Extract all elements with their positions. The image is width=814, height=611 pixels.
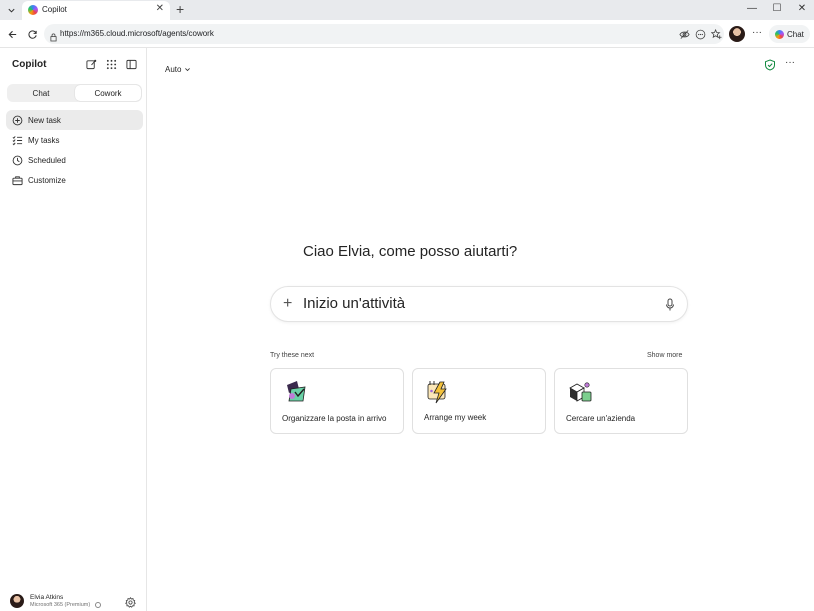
sidebar-item-new-task[interactable]: New task [6,110,143,130]
minimize-button[interactable]: — [745,2,759,16]
clock-icon [12,155,23,166]
reader-icon[interactable] [694,28,706,40]
sidebar-item-label: My tasks [28,135,60,145]
greeting-heading: Ciao Elvia, come posso aiutarti? [303,243,518,260]
mode-toggle: Chat Cowork [7,84,142,102]
suggestion-card-research-company[interactable]: Cercare un'azienda [554,368,688,434]
mail-organize-icon [283,379,309,405]
copilot-logo-icon [775,29,784,39]
building-search-icon [567,379,593,405]
more-options-icon[interactable]: ··· [785,58,795,68]
lightning-calendar-icon [425,379,451,405]
microphone-icon[interactable] [665,298,675,312]
address-bar[interactable]: https://m365.cloud.microsoft/agents/cowo… [44,24,724,44]
tab-cowork[interactable]: Cowork [75,85,141,101]
browser-more-icon[interactable]: ··· [752,28,762,38]
user-plan: Microsoft 365 (Premium) [30,602,91,608]
sidebar-item-label: New task [28,115,61,125]
sidebar-item-scheduled[interactable]: Scheduled [6,150,143,170]
add-attachment-button[interactable]: + [283,296,297,312]
plus-circle-icon [12,115,23,126]
chat-button-label: Chat [787,29,804,39]
card-label: Arrange my week [424,413,487,422]
lock-icon [50,29,57,47]
suggestion-card-arrange-week[interactable]: Arrange my week [412,368,546,434]
app-brand: Copilot [12,59,47,70]
task-input[interactable] [303,295,633,312]
url-text[interactable]: https://m365.cloud.microsoft/agents/cowo… [60,29,214,38]
user-avatar[interactable] [10,594,24,608]
task-composer: + [270,286,688,322]
sidebar-item-label: Scheduled [28,155,66,165]
reload-icon[interactable] [25,27,39,41]
model-selector-label: Auto [165,64,182,74]
checklist-icon [12,135,23,146]
tab-list-chevron-icon[interactable] [3,2,19,18]
browser-toolbar: https://m365.cloud.microsoft/agents/cowo… [0,20,814,48]
card-label: Organizzare la posta in arrivo [282,414,387,423]
settings-gear-icon[interactable] [124,596,136,608]
apps-grid-icon[interactable] [105,58,117,70]
model-selector[interactable]: Auto [165,60,191,78]
new-tab-button[interactable]: + [176,1,184,17]
suggestions-title: Try these next [270,352,315,359]
browser-tab-bar: Copilot ✕ + — ☐ ✕ [0,0,814,20]
sidebar-item-customize[interactable]: Customize [6,170,143,190]
sidebar-item-my-tasks[interactable]: My tasks [6,130,143,150]
browser-profile-avatar[interactable] [729,26,745,42]
maximize-button[interactable]: ☐ [770,2,784,16]
tab-title: Copilot [42,5,67,14]
close-window-button[interactable]: ✕ [795,2,809,16]
tracking-prevention-icon[interactable] [678,28,690,40]
suggestion-card-organize-inbox[interactable]: Organizzare la posta in arrivo [270,368,404,434]
shield-check-icon[interactable] [764,58,776,71]
back-arrow-icon[interactable] [5,27,19,41]
sidebar-item-label: Customize [28,175,66,185]
sidebar: Copilot Chat Cowork New task My tasks Sc… [0,48,147,611]
user-name: Elvia Atkins [30,594,64,601]
new-chat-icon[interactable] [85,58,97,70]
briefcase-icon [12,175,23,186]
tab-chat[interactable]: Chat [8,85,74,101]
copilot-favicon-icon [28,5,38,15]
card-label: Cercare un'azienda [566,414,636,423]
collapse-sidebar-icon[interactable] [125,58,137,70]
show-more-link[interactable]: Show more [647,352,682,359]
favorites-star-icon[interactable] [710,28,722,40]
browser-tab-copilot[interactable]: Copilot ✕ [22,1,170,20]
browser-chat-button[interactable]: Chat [769,25,810,43]
chevron-down-icon [184,60,191,78]
tab-close-icon[interactable]: ✕ [156,3,164,14]
info-icon[interactable] [95,602,101,608]
